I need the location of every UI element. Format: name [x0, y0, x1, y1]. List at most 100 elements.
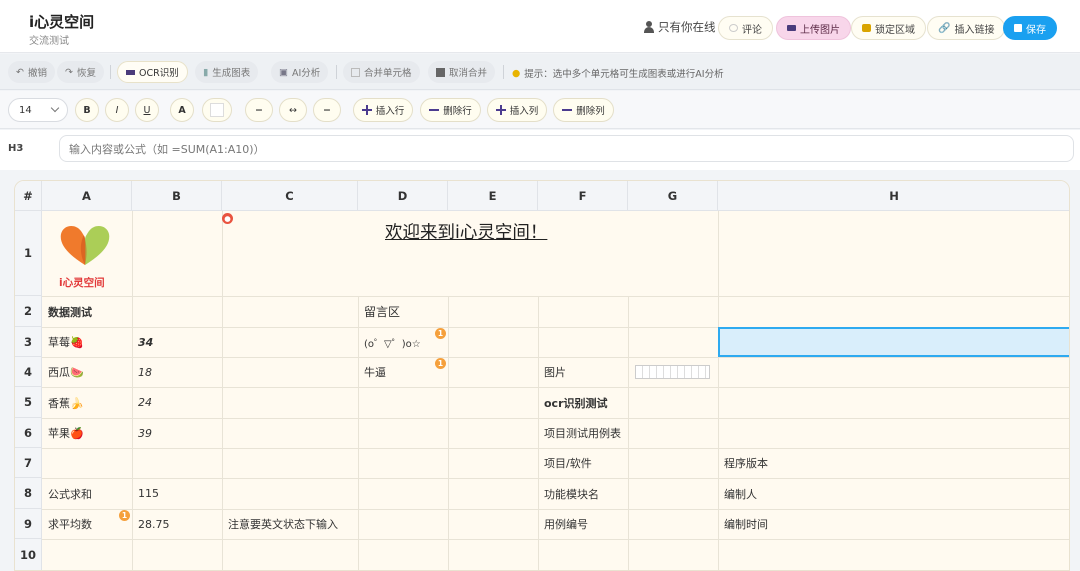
undo-icon: ↶ — [16, 66, 24, 78]
app-subtitle: 交流测试 — [29, 36, 69, 47]
corner-header[interactable]: # — [15, 181, 42, 211]
border-center-label: ↔ — [289, 104, 297, 116]
cell-B6[interactable]: 39 — [132, 418, 222, 448]
cell-F9[interactable]: 用例编号 — [538, 509, 628, 539]
insert-row-label: 插入行 — [375, 106, 405, 117]
column-header[interactable]: E — [448, 181, 538, 211]
upload-image-button[interactable]: 上传图片 — [776, 16, 851, 40]
cell-A8[interactable]: 公式求和 — [42, 478, 132, 509]
cell-F7[interactable]: 项目/软件 — [538, 448, 628, 478]
cell-B3[interactable]: 34 — [132, 327, 222, 357]
row-header[interactable]: 3 — [15, 327, 42, 357]
unmerge-cells-button[interactable]: 取消合并 — [428, 61, 496, 83]
row-header[interactable]: 5 — [15, 387, 42, 418]
ocr-button[interactable]: OCR识别 — [117, 61, 188, 83]
merge-cells-button[interactable]: 合并单元格 — [343, 61, 420, 83]
ai-analysis-button[interactable]: ▣ AI分析 — [271, 61, 329, 83]
cell-B8[interactable]: 115 — [132, 478, 222, 509]
delete-column-button[interactable]: 删除列 — [553, 98, 614, 122]
logo-text: i心灵空间 — [59, 277, 105, 289]
merge-icon — [351, 67, 360, 77]
row-header[interactable]: 2 — [15, 296, 42, 327]
row-header[interactable]: 4 — [15, 357, 42, 387]
row-header[interactable]: 10 — [15, 539, 42, 570]
column-header[interactable]: H — [718, 181, 1069, 211]
user-icon — [644, 21, 654, 33]
save-button[interactable]: 保存 — [1003, 16, 1057, 40]
border-left-button[interactable]: − — [245, 98, 273, 122]
cell-A6[interactable]: 苹果🍎 — [42, 418, 132, 448]
insert-row-button[interactable]: 插入行 — [353, 98, 413, 122]
cell-H8[interactable]: 编制人 — [718, 478, 838, 509]
redo-button[interactable]: ↷ 恢复 — [57, 61, 104, 83]
ai-icon: ▣ — [279, 66, 288, 78]
cell-B5[interactable]: 24 — [132, 387, 222, 418]
column-header[interactable]: D — [358, 181, 448, 211]
bold-button[interactable]: B — [75, 98, 99, 122]
unmerge-icon — [436, 67, 445, 77]
border-center-button[interactable]: ↔ — [279, 98, 307, 122]
app-title: i心灵空间 — [29, 13, 95, 31]
font-size-select[interactable]: 14 — [8, 98, 68, 122]
comment-badge[interactable]: 1 — [119, 510, 130, 521]
delete-row-label: 删除行 — [443, 106, 472, 117]
fill-color-swatch — [210, 103, 224, 117]
fill-color-button[interactable] — [202, 98, 232, 122]
cell-D2[interactable]: 留言区 — [358, 296, 448, 327]
cell-F4[interactable]: 图片 — [538, 357, 628, 387]
grid-line — [42, 539, 1069, 540]
border-right-button[interactable]: − — [313, 98, 341, 122]
insert-column-button[interactable]: 插入列 — [487, 98, 547, 122]
comment-button[interactable]: 评论 — [718, 16, 773, 40]
underline-button[interactable]: U — [135, 98, 159, 122]
column-header[interactable]: A — [42, 181, 132, 211]
cell-F5[interactable]: ocr识别测试 — [538, 387, 628, 418]
row-header[interactable]: 9 — [15, 509, 42, 539]
border-right-label: − — [323, 104, 331, 116]
row-header[interactable]: 6 — [15, 418, 42, 448]
delete-column-label: 删除列 — [576, 106, 605, 117]
selected-cell-H3[interactable] — [718, 327, 1069, 357]
cell-A4[interactable]: 西瓜🍉 — [42, 357, 132, 387]
row-header[interactable]: 8 — [15, 478, 42, 509]
insert-column-label: 插入列 — [509, 106, 539, 117]
chevron-down-icon — [50, 103, 60, 113]
italic-label: I — [115, 104, 119, 116]
ai-analysis-label: AI分析 — [291, 68, 321, 79]
comment-badge[interactable]: 1 — [435, 328, 446, 339]
redo-icon: ↷ — [65, 66, 73, 78]
welcome-banner[interactable]: 欢迎来到i心灵空间！ — [385, 219, 547, 244]
grid-line — [448, 296, 449, 570]
cell-B9[interactable]: 28.75 — [132, 509, 222, 539]
cell-B4[interactable]: 18 — [132, 357, 222, 387]
column-header[interactable]: B — [132, 181, 222, 211]
undo-button[interactable]: ↶ 撤销 — [8, 61, 55, 83]
column-header[interactable]: G — [628, 181, 718, 211]
chart-button[interactable]: ▮ 生成图表 — [195, 61, 259, 83]
lock-area-button[interactable]: 锁定区域 — [851, 16, 926, 40]
thumbnail-image[interactable] — [635, 365, 710, 379]
cell-F8[interactable]: 功能模块名 — [538, 478, 628, 509]
column-header[interactable]: C — [222, 181, 358, 211]
row-header[interactable]: 7 — [15, 448, 42, 478]
row-header[interactable]: 1 — [15, 211, 42, 296]
cell-A5[interactable]: 香蕉🍌 — [42, 387, 132, 418]
cell-H7[interactable]: 程序版本 — [718, 448, 838, 478]
font-color-button[interactable]: A — [170, 98, 194, 122]
cell-C9[interactable]: 注意要英文状态下输入 — [222, 509, 358, 539]
hint-text: 提示：选中多个单元格可生成图表或进行AI分析 — [524, 69, 724, 80]
column-header[interactable]: F — [538, 181, 628, 211]
chart-label: 生成图表 — [212, 68, 251, 79]
insert-link-button[interactable]: 🔗 插入链接 — [927, 16, 1006, 40]
comment-badge[interactable]: 1 — [435, 358, 446, 369]
cell-F6[interactable]: 项目测试用例表 — [538, 418, 628, 448]
formula-input[interactable]: 输入内容或公式（如 =SUM(A1:A10)） — [59, 135, 1074, 162]
cell-H9[interactable]: 编制时间 — [718, 509, 838, 539]
plus-icon — [361, 105, 372, 115]
delete-row-button[interactable]: 删除行 — [420, 98, 481, 122]
cell-A3[interactable]: 草莓🍓 — [42, 327, 132, 357]
cell-A2[interactable]: 数据测试 — [42, 296, 132, 327]
bold-label: B — [83, 104, 91, 116]
lock-badge-icon[interactable]: ● — [222, 213, 233, 224]
italic-button[interactable]: I — [105, 98, 129, 122]
